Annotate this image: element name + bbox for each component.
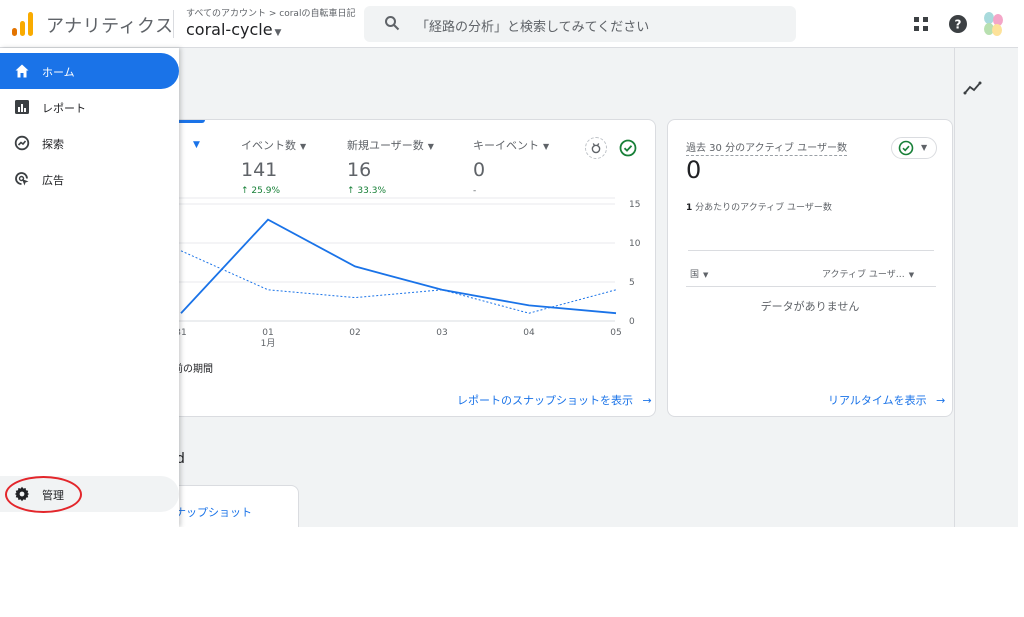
search-bar[interactable]: 「経路の分析」と検索してみてください: [364, 6, 796, 42]
metric-key-events[interactable]: キーイベント ▼ 0 -: [473, 137, 549, 196]
chevron-down-icon: ▼: [921, 143, 928, 152]
chevron-down-icon: ▼: [300, 142, 307, 151]
search-icon: [385, 16, 400, 31]
apps-grid-icon[interactable]: [914, 17, 928, 31]
sidebar-item-label: 広告: [42, 174, 64, 187]
analytics-logo-icon[interactable]: [12, 12, 34, 36]
arrow-right-icon: →: [642, 394, 652, 407]
metric-value: 141: [241, 159, 278, 181]
y-tick-label: 10: [629, 239, 641, 249]
arrow-right-icon: →: [936, 394, 946, 407]
explore-icon: [14, 135, 30, 151]
x-tick-label: 04: [523, 328, 535, 338]
y-tick-label: 0: [629, 317, 635, 327]
x-tick-label: 03: [436, 328, 447, 338]
y-tick-label: 15: [629, 200, 640, 210]
column-header-active-users[interactable]: アクティブ ユーザ… ▼: [822, 267, 914, 280]
realtime-title[interactable]: 過去 30 分のアクティブ ユーザー数: [686, 139, 847, 156]
metric-label: 新規ユーザー数: [347, 139, 424, 152]
search-placeholder: 「経路の分析」と検索してみてください: [416, 20, 650, 35]
metric-delta: -: [473, 186, 477, 196]
property-name: coral-cycle: [186, 20, 273, 39]
realtime-status-dropdown[interactable]: ▼: [891, 137, 937, 159]
sidebar-item-explore[interactable]: 探索: [0, 125, 179, 161]
y-tick-label: 5: [629, 278, 635, 288]
line-chart: 05101531 011月02 03 04 05: [153, 197, 641, 349]
check-circle-icon[interactable]: [619, 139, 637, 157]
metric-value: 0: [473, 159, 486, 181]
chevron-down-icon: ▼: [543, 142, 550, 151]
svg-text:?: ?: [955, 18, 962, 32]
sidebar-item-home[interactable]: ホーム: [0, 53, 179, 89]
header-divider: [173, 10, 174, 38]
insights-badge-icon[interactable]: [585, 137, 607, 159]
metric-label: イベント数: [241, 139, 296, 152]
chevron-down-icon[interactable]: ▼: [193, 140, 200, 150]
app-title: アナリティクス: [46, 16, 174, 37]
check-circle-icon: [898, 140, 914, 156]
sidebar-item-label: 管理: [42, 489, 64, 502]
realtime-value: 0: [686, 156, 702, 184]
x-tick-label: 02: [349, 328, 360, 338]
empty-state: データがありません: [760, 300, 860, 313]
snapshot-link[interactable]: ナップショット: [175, 504, 252, 520]
advertising-icon: [15, 172, 29, 186]
sidebar-item-advertising[interactable]: 広告: [0, 161, 179, 197]
overview-card: ▼ イベント数 ▼ 141 ↑ 25.9% 新規ユーザー数 ▼ 16 ↑ 33.3%…: [140, 119, 656, 417]
chevron-down-icon: ▼: [427, 142, 434, 151]
metric-delta: ↑ 25.9%: [241, 186, 280, 196]
chevron-down-icon: ▼: [703, 271, 709, 279]
series-current-line: [180, 218, 617, 315]
sidebar-item-admin[interactable]: 管理: [0, 476, 179, 512]
right-rail: [954, 48, 1018, 527]
view-snapshot-link[interactable]: レポートのスナップショットを表示 →: [457, 392, 652, 408]
view-realtime-link[interactable]: リアルタイムを表示 →: [828, 392, 945, 408]
column-header-country[interactable]: 国 ▼: [690, 267, 708, 280]
home-icon: [15, 64, 29, 78]
sidebar-nav: ホーム レポート 探索 広告 管理: [0, 48, 179, 527]
metric-new-users[interactable]: 新規ユーザー数 ▼ 16 ↑ 33.3%: [347, 137, 434, 196]
metric-label: キーイベント: [473, 139, 539, 152]
link-label: レポートのスナップショットを表示: [457, 394, 633, 407]
analytics-app: アナリティクス すべてのアカウント > coralの自転車日記 coral-cy…: [0, 0, 1018, 527]
table-divider: [686, 286, 936, 287]
x-tick-label: 01: [262, 328, 273, 338]
metric-event-count[interactable]: イベント数 ▼ 141 ↑ 25.9%: [241, 137, 306, 196]
sparkline-baseline: [688, 250, 934, 251]
account-avatar-icon[interactable]: [981, 11, 1005, 37]
sidebar-item-label: ホーム: [42, 66, 75, 79]
account-breadcrumb[interactable]: すべてのアカウント > coralの自転車日記: [186, 6, 355, 19]
reports-icon: [15, 100, 29, 114]
sidebar-item-label: レポート: [42, 102, 86, 115]
x-tick-label: 05: [610, 328, 621, 338]
legend-previous-period: 前の期間: [173, 364, 213, 375]
metric-delta: ↑ 33.3%: [347, 186, 386, 196]
property-selector[interactable]: coral-cycle ▼: [186, 20, 281, 39]
link-label: リアルタイムを表示: [828, 394, 927, 407]
chevron-down-icon: ▼: [908, 271, 915, 279]
help-icon[interactable]: ?: [949, 15, 967, 33]
x-tick-sublabel: 1月: [261, 338, 276, 349]
sidebar-item-label: 探索: [42, 138, 64, 151]
gear-icon: [14, 486, 30, 502]
top-bar: アナリティクス すべてのアカウント > coralの自転車日記 coral-cy…: [0, 0, 1018, 48]
metric-value: 16: [347, 159, 372, 181]
chevron-down-icon: ▼: [274, 28, 282, 38]
sidebar-item-reports[interactable]: レポート: [0, 89, 179, 125]
realtime-card: 過去 30 分のアクティブ ユーザー数 0 ▼ 1 分あたりのアクティブ ユーザ…: [667, 119, 953, 417]
realtime-subtitle: 1 分あたりのアクティブ ユーザー数: [686, 203, 832, 213]
insights-icon[interactable]: [963, 80, 983, 96]
